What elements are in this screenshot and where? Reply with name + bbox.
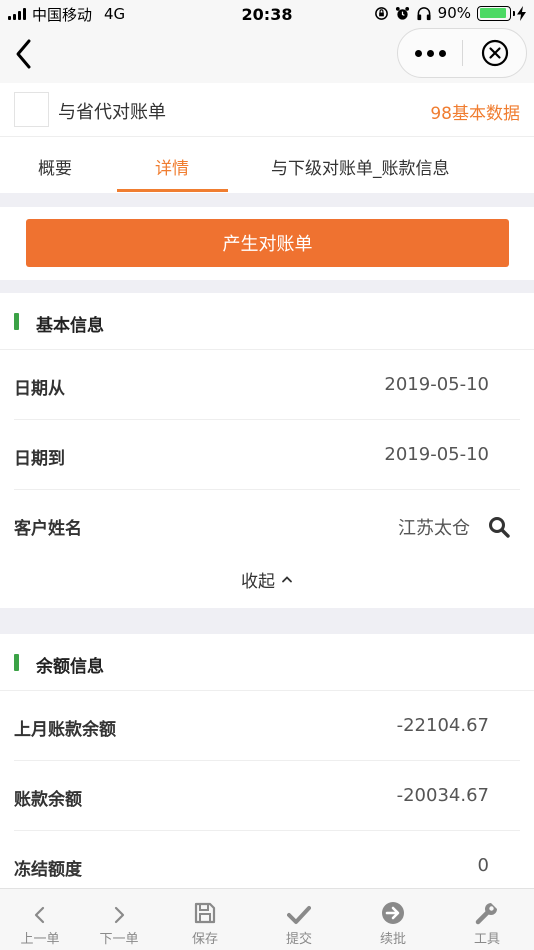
account-balance-row: 账款余额 -20034.67 xyxy=(0,761,534,831)
section-marker xyxy=(14,654,19,671)
action-area: 产生对账单 xyxy=(0,207,534,280)
save-button[interactable]: 保存 xyxy=(170,889,240,950)
chevron-left-icon xyxy=(16,39,31,69)
section-title: 基本信息 xyxy=(36,316,104,336)
account-balance-value: -20034.67 xyxy=(396,785,489,806)
basic-data-link[interactable]: 98基本数据 xyxy=(430,99,520,124)
section-header: 余额信息 xyxy=(0,634,534,691)
rotation-lock-icon xyxy=(374,6,388,20)
toolbar-label: 上一单 xyxy=(20,932,60,947)
date-to-row[interactable]: 日期到 2019-05-10 xyxy=(0,420,534,490)
toolbar-label: 保存 xyxy=(191,932,218,947)
generate-statement-button[interactable]: 产生对账单 xyxy=(26,219,509,267)
collapse-toggle[interactable]: 收起 xyxy=(0,556,534,608)
collapse-label: 收起 xyxy=(241,571,275,592)
toolbar-label: 提交 xyxy=(285,932,312,947)
section-title: 余额信息 xyxy=(36,657,104,677)
back-button[interactable] xyxy=(12,38,36,70)
tab-subordinate-statement[interactable]: 与下级对账单_账款信息 xyxy=(271,154,450,179)
page-title: 与省代对账单 xyxy=(58,102,166,123)
document-header: 与省代对账单 98基本数据 xyxy=(0,83,534,137)
headphones-icon xyxy=(417,6,431,20)
close-circle-icon xyxy=(481,39,508,67)
prev-order-button[interactable]: 上一单 xyxy=(5,889,75,950)
field-label: 客户姓名 xyxy=(14,519,82,539)
battery-icon xyxy=(477,5,515,21)
tools-button[interactable]: 工具 xyxy=(452,889,522,950)
check-icon xyxy=(287,906,311,924)
network-label: 4G xyxy=(104,5,126,23)
arrow-circle-right-icon xyxy=(382,902,404,924)
nav-bar xyxy=(0,28,534,83)
customer-name-value[interactable]: 江苏太仓 xyxy=(398,514,470,540)
status-bar: 中国移动 4G 20:38 90% xyxy=(0,0,534,28)
toolbar-label: 续批 xyxy=(379,932,406,947)
tab-bar: 概要 详情 与下级对账单_账款信息 xyxy=(0,137,534,193)
last-month-balance-row: 上月账款余额 -22104.67 xyxy=(0,691,534,761)
section-marker xyxy=(14,313,19,330)
document-icon xyxy=(14,92,49,127)
charging-icon xyxy=(517,5,526,21)
next-order-button[interactable]: 下一单 xyxy=(84,889,154,950)
alarm-icon xyxy=(395,6,409,20)
chevron-up-icon xyxy=(282,576,292,583)
submit-button[interactable]: 提交 xyxy=(264,889,334,950)
field-label: 冻结额度 xyxy=(14,860,82,880)
continue-approve-button[interactable]: 续批 xyxy=(358,889,428,950)
active-tab-indicator xyxy=(117,189,228,192)
last-month-balance-value: -22104.67 xyxy=(396,715,489,736)
more-dots-icon xyxy=(414,49,422,57)
date-to-value[interactable]: 2019-05-10 xyxy=(384,444,489,465)
frozen-quota-value: 0 xyxy=(477,855,489,876)
save-icon xyxy=(194,902,216,924)
chevron-left-icon xyxy=(34,906,45,924)
toolbar-label: 下一单 xyxy=(99,932,139,947)
balance-info-section: 余额信息 上月账款余额 -22104.67 账款余额 -20034.67 冻结额… xyxy=(0,634,534,888)
close-button[interactable] xyxy=(463,39,526,67)
mini-program-capsule xyxy=(397,28,527,78)
search-icon[interactable] xyxy=(488,516,510,538)
tab-overview[interactable]: 概要 xyxy=(38,154,72,179)
tab-details[interactable]: 详情 xyxy=(155,154,189,179)
field-label: 日期到 xyxy=(14,449,65,469)
more-button[interactable] xyxy=(398,49,462,57)
date-from-value[interactable]: 2019-05-10 xyxy=(384,374,489,395)
chevron-right-icon xyxy=(114,906,125,924)
section-header: 基本信息 xyxy=(0,293,534,350)
wrench-icon xyxy=(475,903,497,925)
date-from-row[interactable]: 日期从 2019-05-10 xyxy=(0,350,534,420)
carrier-label: 中国移动 xyxy=(32,5,93,24)
battery-percent: 90% xyxy=(437,4,471,22)
signal-icon xyxy=(8,8,26,20)
toolbar-label: 工具 xyxy=(473,932,500,947)
field-label: 账款余额 xyxy=(14,790,82,810)
field-label: 上月账款余额 xyxy=(14,720,116,740)
field-label: 日期从 xyxy=(14,379,65,399)
basic-info-section: 基本信息 日期从 2019-05-10 日期到 2019-05-10 客户姓名 … xyxy=(0,293,534,608)
bottom-toolbar: 上一单 下一单 保存 提交 续批 工具 xyxy=(0,888,534,950)
customer-name-row[interactable]: 客户姓名 江苏太仓 xyxy=(0,490,534,556)
